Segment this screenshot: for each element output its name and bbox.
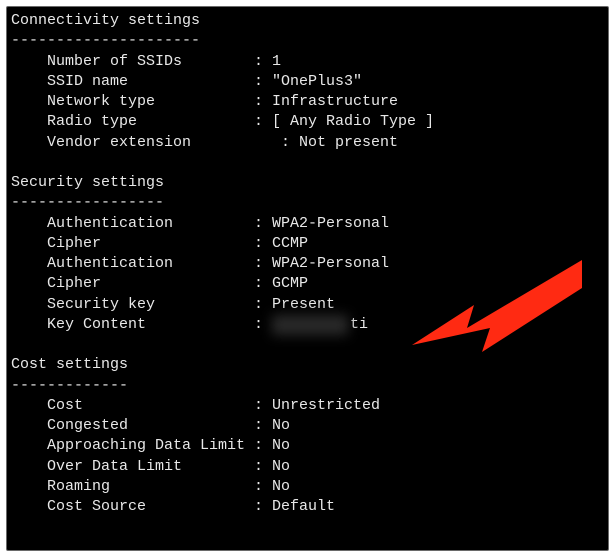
key: Cost Source [47, 497, 254, 517]
colon: : [281, 133, 299, 153]
row-congested: Congested:No [7, 416, 608, 436]
value: Default [272, 497, 335, 517]
key: SSID name [47, 72, 254, 92]
value: WPA2-Personal [272, 254, 389, 274]
key: Radio type [47, 112, 254, 132]
row-vendor-extension: Vendor extension:Not present [7, 133, 608, 153]
row-radio-type: Radio type:[ Any Radio Type ] [7, 112, 608, 132]
colon: : [254, 112, 272, 132]
terminal-output: Connectivity settings ------------------… [6, 6, 609, 551]
section-divider-connectivity: --------------------- [7, 31, 608, 51]
key: Number of SSIDs [47, 52, 254, 72]
section-divider-security: ----------------- [7, 193, 608, 213]
blank-line [7, 335, 608, 355]
colon: : [254, 214, 272, 234]
key: Roaming [47, 477, 254, 497]
row-cipher-1: Cipher:CCMP [7, 234, 608, 254]
key: Congested [47, 416, 254, 436]
row-key-content: Key Content:████████ti [7, 315, 608, 335]
row-ssid-name: SSID name:"OnePlus3" [7, 72, 608, 92]
section-title-connectivity: Connectivity settings [7, 11, 608, 31]
value: Infrastructure [272, 92, 398, 112]
value: 1 [272, 52, 281, 72]
value: WPA2-Personal [272, 214, 389, 234]
value: Unrestricted [272, 396, 380, 416]
row-roaming: Roaming:No [7, 477, 608, 497]
value: Present [272, 295, 335, 315]
key: Authentication [47, 214, 254, 234]
row-authentication-1: Authentication:WPA2-Personal [7, 214, 608, 234]
section-title-security: Security settings [7, 173, 608, 193]
colon: : [254, 254, 272, 274]
colon: : [254, 72, 272, 92]
key: Security key [47, 295, 254, 315]
colon: : [254, 497, 272, 517]
value: GCMP [272, 274, 308, 294]
key: Authentication [47, 254, 254, 274]
row-cost-source: Cost Source:Default [7, 497, 608, 517]
value: Not present [299, 133, 398, 153]
value: "OnePlus3" [272, 72, 362, 92]
key: Cipher [47, 274, 254, 294]
colon: : [254, 436, 272, 456]
row-cipher-2: Cipher:GCMP [7, 274, 608, 294]
colon: : [254, 274, 272, 294]
colon: : [254, 52, 272, 72]
row-security-key: Security key:Present [7, 295, 608, 315]
colon: : [254, 477, 272, 497]
section-divider-cost: ------------- [7, 376, 608, 396]
redacted-password: ████████ [272, 315, 348, 335]
row-cost: Cost:Unrestricted [7, 396, 608, 416]
colon: : [254, 416, 272, 436]
section-title-cost: Cost settings [7, 355, 608, 375]
key: Approaching Data Limit [47, 436, 254, 456]
value: No [272, 457, 290, 477]
colon: : [254, 315, 272, 335]
colon: : [254, 234, 272, 254]
value: No [272, 477, 290, 497]
colon: : [254, 457, 272, 477]
value: No [272, 416, 290, 436]
value: CCMP [272, 234, 308, 254]
colon: : [254, 396, 272, 416]
key: Over Data Limit [47, 457, 254, 477]
value-key-content: ████████ti [272, 315, 368, 335]
key: Key Content [47, 315, 254, 335]
key: Network type [47, 92, 254, 112]
row-network-type: Network type:Infrastructure [7, 92, 608, 112]
password-partial: ti [350, 315, 368, 335]
row-authentication-2: Authentication:WPA2-Personal [7, 254, 608, 274]
colon: : [254, 92, 272, 112]
key: Vendor extension [47, 133, 281, 153]
value: [ Any Radio Type ] [272, 112, 434, 132]
row-number-of-ssids: Number of SSIDs:1 [7, 52, 608, 72]
key: Cipher [47, 234, 254, 254]
colon: : [254, 295, 272, 315]
blank-line [7, 153, 608, 173]
key: Cost [47, 396, 254, 416]
row-over-data-limit: Over Data Limit:No [7, 457, 608, 477]
row-approaching-data-limit: Approaching Data Limit:No [7, 436, 608, 456]
value: No [272, 436, 290, 456]
